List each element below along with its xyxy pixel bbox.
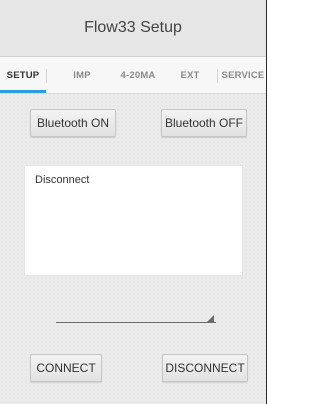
bluetooth-off-button[interactable]: Bluetooth OFF	[161, 109, 247, 137]
bluetooth-on-button[interactable]: Bluetooth ON	[30, 109, 116, 137]
app-title: Flow33 Setup	[84, 19, 182, 36]
tab-setup[interactable]: SETUP	[0, 57, 46, 93]
disconnect-button[interactable]: DISCONNECT	[162, 354, 248, 382]
tab-label: SERVICE	[221, 69, 265, 81]
title-bar: Flow33 Setup	[0, 0, 266, 57]
tab-label: SETUP	[6, 69, 40, 81]
dropdown-triangle-icon	[207, 315, 214, 322]
tab-divider	[46, 69, 47, 83]
spinner-underline	[56, 322, 216, 323]
tab-divider	[217, 69, 218, 83]
button-label: Bluetooth ON	[36, 116, 110, 130]
tab-label: EXT	[180, 69, 200, 81]
tab-service[interactable]: SERVICE	[220, 57, 266, 93]
status-log: Disconnect	[24, 165, 243, 276]
tab-imp[interactable]: IMP	[62, 57, 102, 93]
app-window: Flow33 Setup SETUP IMP 4-20MA EXT SERVIC…	[0, 0, 267, 404]
tab-4-20ma[interactable]: 4-20MA	[112, 57, 164, 93]
tab-ext[interactable]: EXT	[170, 57, 210, 93]
tab-label: 4-20MA	[120, 69, 156, 81]
button-label: Bluetooth OFF	[164, 116, 244, 130]
button-label: DISCONNECT	[165, 361, 245, 375]
connect-button[interactable]: CONNECT	[30, 354, 102, 382]
tab-label: IMP	[73, 69, 91, 81]
status-text: Disconnect	[35, 174, 90, 186]
tab-bar: SETUP IMP 4-20MA EXT SERVICE	[0, 57, 266, 94]
device-spinner[interactable]	[56, 311, 216, 323]
button-label: CONNECT	[36, 361, 96, 375]
